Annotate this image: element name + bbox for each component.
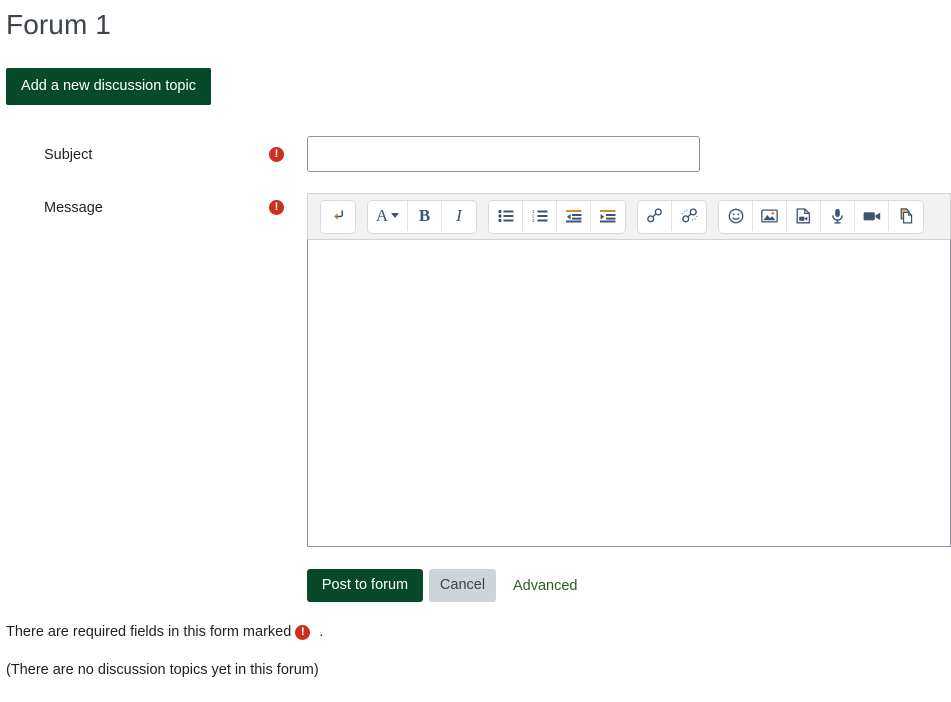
bold-letter: B (418, 205, 431, 225)
required-fields-note-text: There are required fields in this form m… (6, 624, 292, 640)
subject-input[interactable] (307, 136, 700, 172)
message-required-icon: ! (269, 200, 284, 215)
microphone-icon[interactable] (821, 200, 855, 231)
message-textarea[interactable] (307, 239, 951, 547)
font-style-icon[interactable]: A (368, 200, 408, 231)
editor-toolbar: A B I 1 2 3 (307, 193, 951, 239)
editor-group-style: A B I (367, 199, 477, 234)
media-file-icon[interactable] (787, 200, 821, 231)
indent-icon[interactable] (591, 200, 625, 231)
line-break-icon[interactable] (321, 200, 355, 231)
required-fields-note-period: . (319, 624, 324, 640)
numbered-list-icon[interactable]: 1 2 3 (523, 200, 557, 231)
font-style-letter: A (375, 205, 389, 225)
editor-group-media (718, 199, 924, 234)
link-icon[interactable] (638, 200, 672, 231)
image-icon[interactable] (753, 200, 787, 231)
post-to-forum-button[interactable]: Post to forum (307, 569, 423, 602)
required-legend-icon: ! (295, 624, 311, 640)
page-title: Forum 1 (6, 9, 111, 40)
no-discussions-note: (There are no discussion topics yet in t… (6, 662, 319, 678)
outdent-icon[interactable] (557, 200, 591, 231)
bullet-list-icon[interactable] (489, 200, 523, 231)
video-camera-icon[interactable] (855, 200, 889, 231)
message-editor: A B I 1 2 3 (307, 193, 951, 548)
cancel-button[interactable]: Cancel (429, 569, 496, 602)
emoji-icon[interactable] (719, 200, 753, 231)
editor-group-list: 1 2 3 (488, 199, 626, 234)
editor-group-link (637, 199, 707, 234)
chevron-down-icon (391, 213, 400, 218)
add-new-discussion-topic-button[interactable]: Add a new discussion topic (6, 68, 211, 105)
manage-files-icon[interactable] (889, 200, 923, 231)
bold-icon[interactable]: B (408, 200, 442, 231)
unlink-icon[interactable] (672, 200, 706, 231)
advanced-link[interactable]: Advanced (513, 577, 578, 595)
svg-text:3: 3 (532, 218, 535, 223)
italic-icon[interactable]: I (442, 200, 476, 231)
editor-group-paragraph (320, 199, 356, 234)
italic-letter: I (456, 205, 462, 225)
message-label: Message (44, 200, 103, 216)
subject-label: Subject (44, 147, 93, 163)
required-fields-note: There are required fields in this form m… (6, 623, 323, 641)
subject-required-icon: ! (269, 147, 284, 162)
